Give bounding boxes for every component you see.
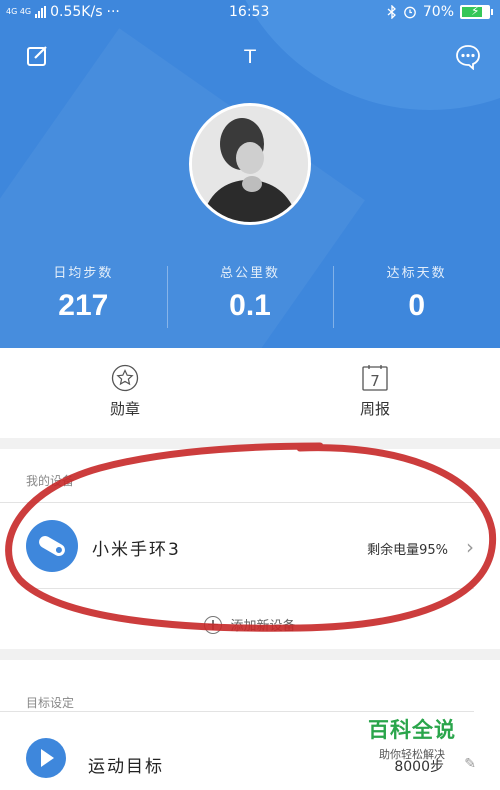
stat-value: 0	[408, 289, 426, 322]
weekly-report-label: 周报	[359, 400, 390, 418]
charging-bolt-icon: ⚡	[471, 4, 480, 18]
plus-icon	[204, 615, 223, 634]
weekly-report-button[interactable]: 7 周报	[250, 348, 500, 438]
profile-page: 4G 4G 0.55K/s ··· 16:53 70% ⚡ T 日均步数 217…	[0, 0, 500, 790]
avatar[interactable]	[189, 103, 311, 225]
alarm-icon	[404, 6, 416, 19]
status-time: 16:53	[229, 4, 270, 20]
my-devices-section: 我的设备 小米手环3 剩余电量95% › 添加新设备	[0, 449, 500, 649]
avatar-image	[192, 106, 308, 222]
bluetooth-icon	[387, 5, 396, 19]
calendar-icon-text: 7	[370, 372, 380, 390]
quick-actions: 勋章 7 周报	[0, 348, 500, 438]
stats-row: 日均步数 217 总公里数 0.1 达标天数 0	[0, 262, 500, 332]
medal-label: 勋章	[109, 400, 140, 418]
band-icon	[26, 520, 78, 572]
profile-header: 4G 4G 0.55K/s ··· 16:53 70% ⚡ T 日均步数 217…	[0, 0, 500, 348]
stat-label: 总公里数	[220, 266, 281, 281]
device-row[interactable]: 小米手环3 剩余电量95% ›	[26, 503, 474, 589]
stat-value: 217	[58, 289, 109, 322]
stat-avg-steps[interactable]: 日均步数 217	[0, 262, 167, 332]
page-title: T	[244, 46, 256, 68]
calendar-icon: 7	[362, 365, 388, 391]
watermark-main: 百科全说	[368, 718, 456, 742]
stat-total-km[interactable]: 总公里数 0.1	[166, 262, 334, 332]
edit-icon[interactable]	[26, 44, 50, 68]
network-type: 4G 4G	[6, 7, 32, 16]
medal-button[interactable]: 勋章	[0, 348, 250, 438]
status-bar-left: 4G 4G 0.55K/s ···	[6, 4, 120, 20]
chat-icon[interactable]	[455, 44, 481, 70]
device-battery: 剩余电量95%	[367, 543, 448, 558]
battery-icon: ⚡	[460, 4, 493, 19]
watermark-sub: 助你轻松解决	[379, 748, 445, 761]
stat-label: 达标天数	[386, 266, 447, 281]
watermark: 百科全说 助你轻松解决	[352, 714, 472, 762]
section-title: 我的设备	[0, 449, 474, 503]
stat-label: 日均步数	[53, 266, 114, 281]
stat-goal-days[interactable]: 达标天数 0	[333, 262, 500, 332]
device-name: 小米手环3	[92, 540, 181, 560]
star-icon	[111, 364, 139, 392]
add-device-label: 添加新设备	[230, 619, 296, 634]
goal-name: 运动目标	[88, 757, 164, 777]
status-bar-right: 70% ⚡	[387, 4, 493, 20]
chevron-right-icon: ›	[466, 535, 474, 559]
add-device-button[interactable]: 添加新设备	[0, 589, 500, 649]
network-speed: 0.55K/s	[50, 4, 103, 20]
battery-percent: 70%	[422, 4, 454, 20]
status-dots: ···	[106, 4, 120, 20]
stat-value: 0.1	[229, 289, 271, 322]
section-title: 目标设定	[0, 660, 474, 712]
signal-icon	[35, 6, 47, 18]
flag-icon	[26, 738, 66, 778]
status-bar: 4G 4G 0.55K/s ··· 16:53 70% ⚡	[0, 0, 500, 28]
